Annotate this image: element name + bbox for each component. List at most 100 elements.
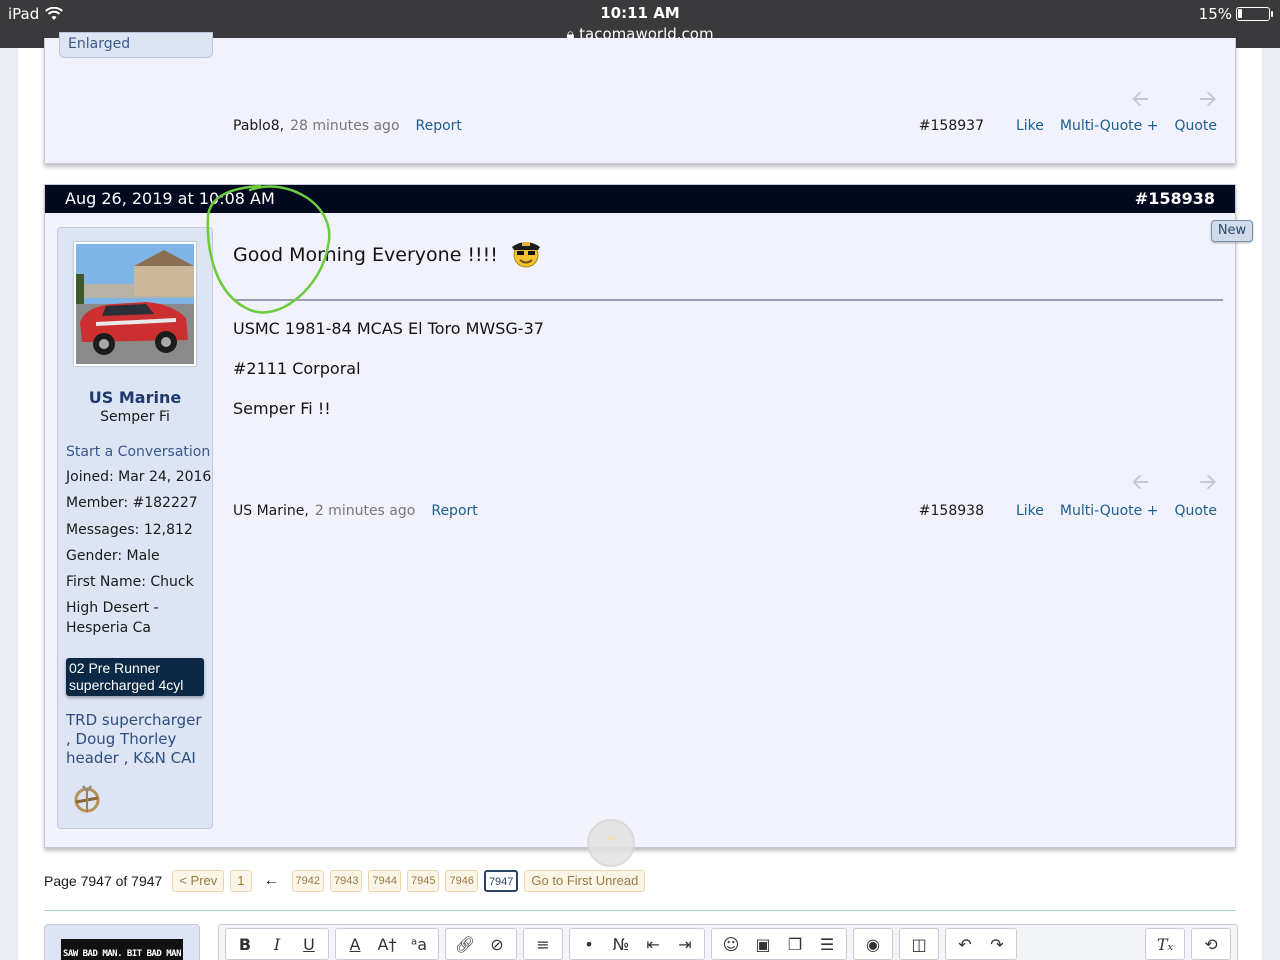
page-link[interactable]: 7945 <box>406 870 440 892</box>
post-author-link[interactable]: US Marine, <box>233 503 309 519</box>
font-family-button[interactable]: ᵃa <box>404 930 434 958</box>
user-gender: Gender: Male <box>66 548 160 564</box>
arrow-right-icon[interactable]: 🡪 <box>1199 465 1217 503</box>
avatar-photo <box>76 244 194 364</box>
battery-icon <box>1236 7 1273 21</box>
first-unread-button[interactable]: Go to First Unread <box>524 870 646 892</box>
smilie-icon[interactable]: ☺ <box>716 930 746 958</box>
post-nav-arrows: 🡨 🡪 <box>1131 465 1217 503</box>
bullet-list-icon[interactable]: • <box>574 930 604 958</box>
previous-user-signature: Enlarged Gasshole! <box>68 36 131 52</box>
page-link[interactable]: 7943 <box>330 870 363 892</box>
multi-quote-link[interactable]: Multi-Quote + <box>1060 118 1159 134</box>
camera-group: ◉ <box>853 928 893 960</box>
previous-post-footer: Pablo8, 28 minutes ago Report #158937 Li… <box>233 118 1217 134</box>
user-title: Semper Fi <box>100 409 170 425</box>
prev-page-button[interactable]: < Prev <box>172 870 225 892</box>
italic-button[interactable]: I <box>262 930 292 958</box>
numbered-list-icon[interactable]: № <box>606 930 636 958</box>
link-icon[interactable]: 🔗︎ <box>450 930 480 958</box>
underline-button[interactable]: U <box>294 930 324 958</box>
user-sidebar: US Marine Semper Fi Start a Conversation… <box>57 227 213 829</box>
redo-icon[interactable]: ↷ <box>982 930 1012 958</box>
vehicle-line-2: supercharged 4cyl <box>69 677 184 693</box>
text-format-group: B I U <box>225 928 329 960</box>
post-author-link[interactable]: Pablo8, <box>233 118 284 134</box>
like-link[interactable]: Like <box>1016 503 1044 519</box>
avatar[interactable] <box>74 242 196 366</box>
post-date-bar: Aug 26, 2019 at 10:08 AM #158938 <box>45 185 1235 213</box>
new-badge: New <box>1211 220 1253 242</box>
status-right: 15% <box>1198 5 1273 23</box>
page-link[interactable]: 7944 <box>368 870 401 892</box>
indent-icon[interactable]: ⇥ <box>670 930 700 958</box>
page-indicator: Page 7947 of 7947 <box>44 873 163 889</box>
title-divider <box>233 299 1223 301</box>
image-icon[interactable]: ▣ <box>748 930 778 958</box>
quote-link[interactable]: Quote <box>1174 118 1217 134</box>
page-link[interactable]: 7946 <box>445 870 478 892</box>
vehicle-line-1: 02 Pre Runner <box>69 660 161 676</box>
user-messages: Messages: 12,812 <box>66 522 193 538</box>
post-permalink[interactable]: #158938 <box>1135 185 1215 213</box>
battery-fill <box>1238 9 1242 18</box>
user-location: High Desert - <box>66 600 159 616</box>
pagination: Page 7947 of 7947 < Prev 1 ← 7942 7943 7… <box>44 870 646 892</box>
post-body-line: USMC 1981-84 MCAS El Toro MWSG-37 <box>233 319 544 338</box>
font-group: A A† ᵃa <box>335 928 439 960</box>
outdent-icon[interactable]: ⇤ <box>638 930 668 958</box>
post-nav-arrows: 🡨 🡪 <box>1131 82 1217 120</box>
page-link[interactable]: 7942 <box>291 870 324 892</box>
scroll-to-top-button[interactable]: ⌃ <box>587 819 635 867</box>
vehicle-badge[interactable]: 02 Pre Runner supercharged 4cyl <box>66 658 204 696</box>
history-group: ↶ ↷ <box>945 928 1017 960</box>
camera-icon[interactable]: ◉ <box>858 930 888 958</box>
battery-percent: 15% <box>1198 5 1232 23</box>
report-link[interactable]: Report <box>416 118 462 134</box>
page-link[interactable]: 1 <box>230 870 252 892</box>
post-time[interactable]: 2 minutes ago <box>315 503 416 519</box>
toggle-bbcode-icon[interactable]: ⟲ <box>1196 930 1226 958</box>
list-group: • № ⇤ ⇥ <box>569 928 705 960</box>
font-size-button[interactable]: A† <box>372 930 402 958</box>
post-time[interactable]: 28 minutes ago <box>290 118 399 134</box>
editor-toolbar: B I U A A† ᵃa 🔗︎ ⊘ ≡ • № ⇤ ⇥ ☺ ▣ ❐ ☰ ◉ ◫… <box>218 924 1238 960</box>
link-group: 🔗︎ ⊘ <box>445 928 517 960</box>
quote-block-icon[interactable]: ☰ <box>812 930 842 958</box>
post-body-line: Semper Fi !! <box>233 399 331 418</box>
forum-page: Enlarged Gasshole! 🡨 🡪 Pablo8, 28 minute… <box>18 32 1262 960</box>
post-number-link[interactable]: #158938 <box>919 503 984 519</box>
save-draft-icon[interactable]: ◫ <box>904 930 934 958</box>
post-number-link[interactable]: #158937 <box>919 118 984 134</box>
multi-quote-link[interactable]: Multi-Quote + <box>1060 503 1159 519</box>
arrow-left-icon[interactable]: 🡨 <box>1131 465 1149 503</box>
media-icon[interactable]: ❐ <box>780 930 810 958</box>
reply-user-avatar: SAW BAD MAN. BIT BAD MAN <box>44 924 200 960</box>
report-link[interactable]: Report <box>431 503 477 519</box>
remove-format-button[interactable]: Tₓ <box>1150 930 1180 958</box>
clear-group: Tₓ <box>1145 928 1185 960</box>
post-title: Good Morning Everyone !!!! <box>233 235 544 274</box>
font-color-button[interactable]: A <box>340 930 370 958</box>
post-body-line: #2111 Corporal <box>233 359 361 378</box>
smiley-officer-icon <box>508 235 544 274</box>
quote-link[interactable]: Quote <box>1174 503 1217 519</box>
save-group: ◫ <box>899 928 939 960</box>
like-link[interactable]: Like <box>1016 118 1044 134</box>
align-group: ≡ <box>523 928 563 960</box>
reply-separator <box>44 910 1236 911</box>
arrow-right-icon[interactable]: 🡪 <box>1199 82 1217 120</box>
user-member-number: Member: #182227 <box>66 495 198 511</box>
user-first-name: First Name: Chuck <box>66 574 194 590</box>
current-page[interactable]: 7947 <box>483 870 519 892</box>
bold-button[interactable]: B <box>230 930 260 958</box>
chevron-up-icon: ⌃ <box>602 831 620 855</box>
reply-avatar-image: SAW BAD MAN. BIT BAD MAN <box>61 939 183 960</box>
arrow-left-icon[interactable]: 🡨 <box>1131 82 1149 120</box>
page-jump-arrow[interactable]: ← <box>264 872 280 890</box>
unlink-icon[interactable]: ⊘ <box>482 930 512 958</box>
start-conversation-link[interactable]: Start a Conversation <box>66 444 210 460</box>
username[interactable]: US Marine <box>58 388 212 407</box>
align-left-icon[interactable]: ≡ <box>528 930 558 958</box>
undo-icon[interactable]: ↶ <box>950 930 980 958</box>
